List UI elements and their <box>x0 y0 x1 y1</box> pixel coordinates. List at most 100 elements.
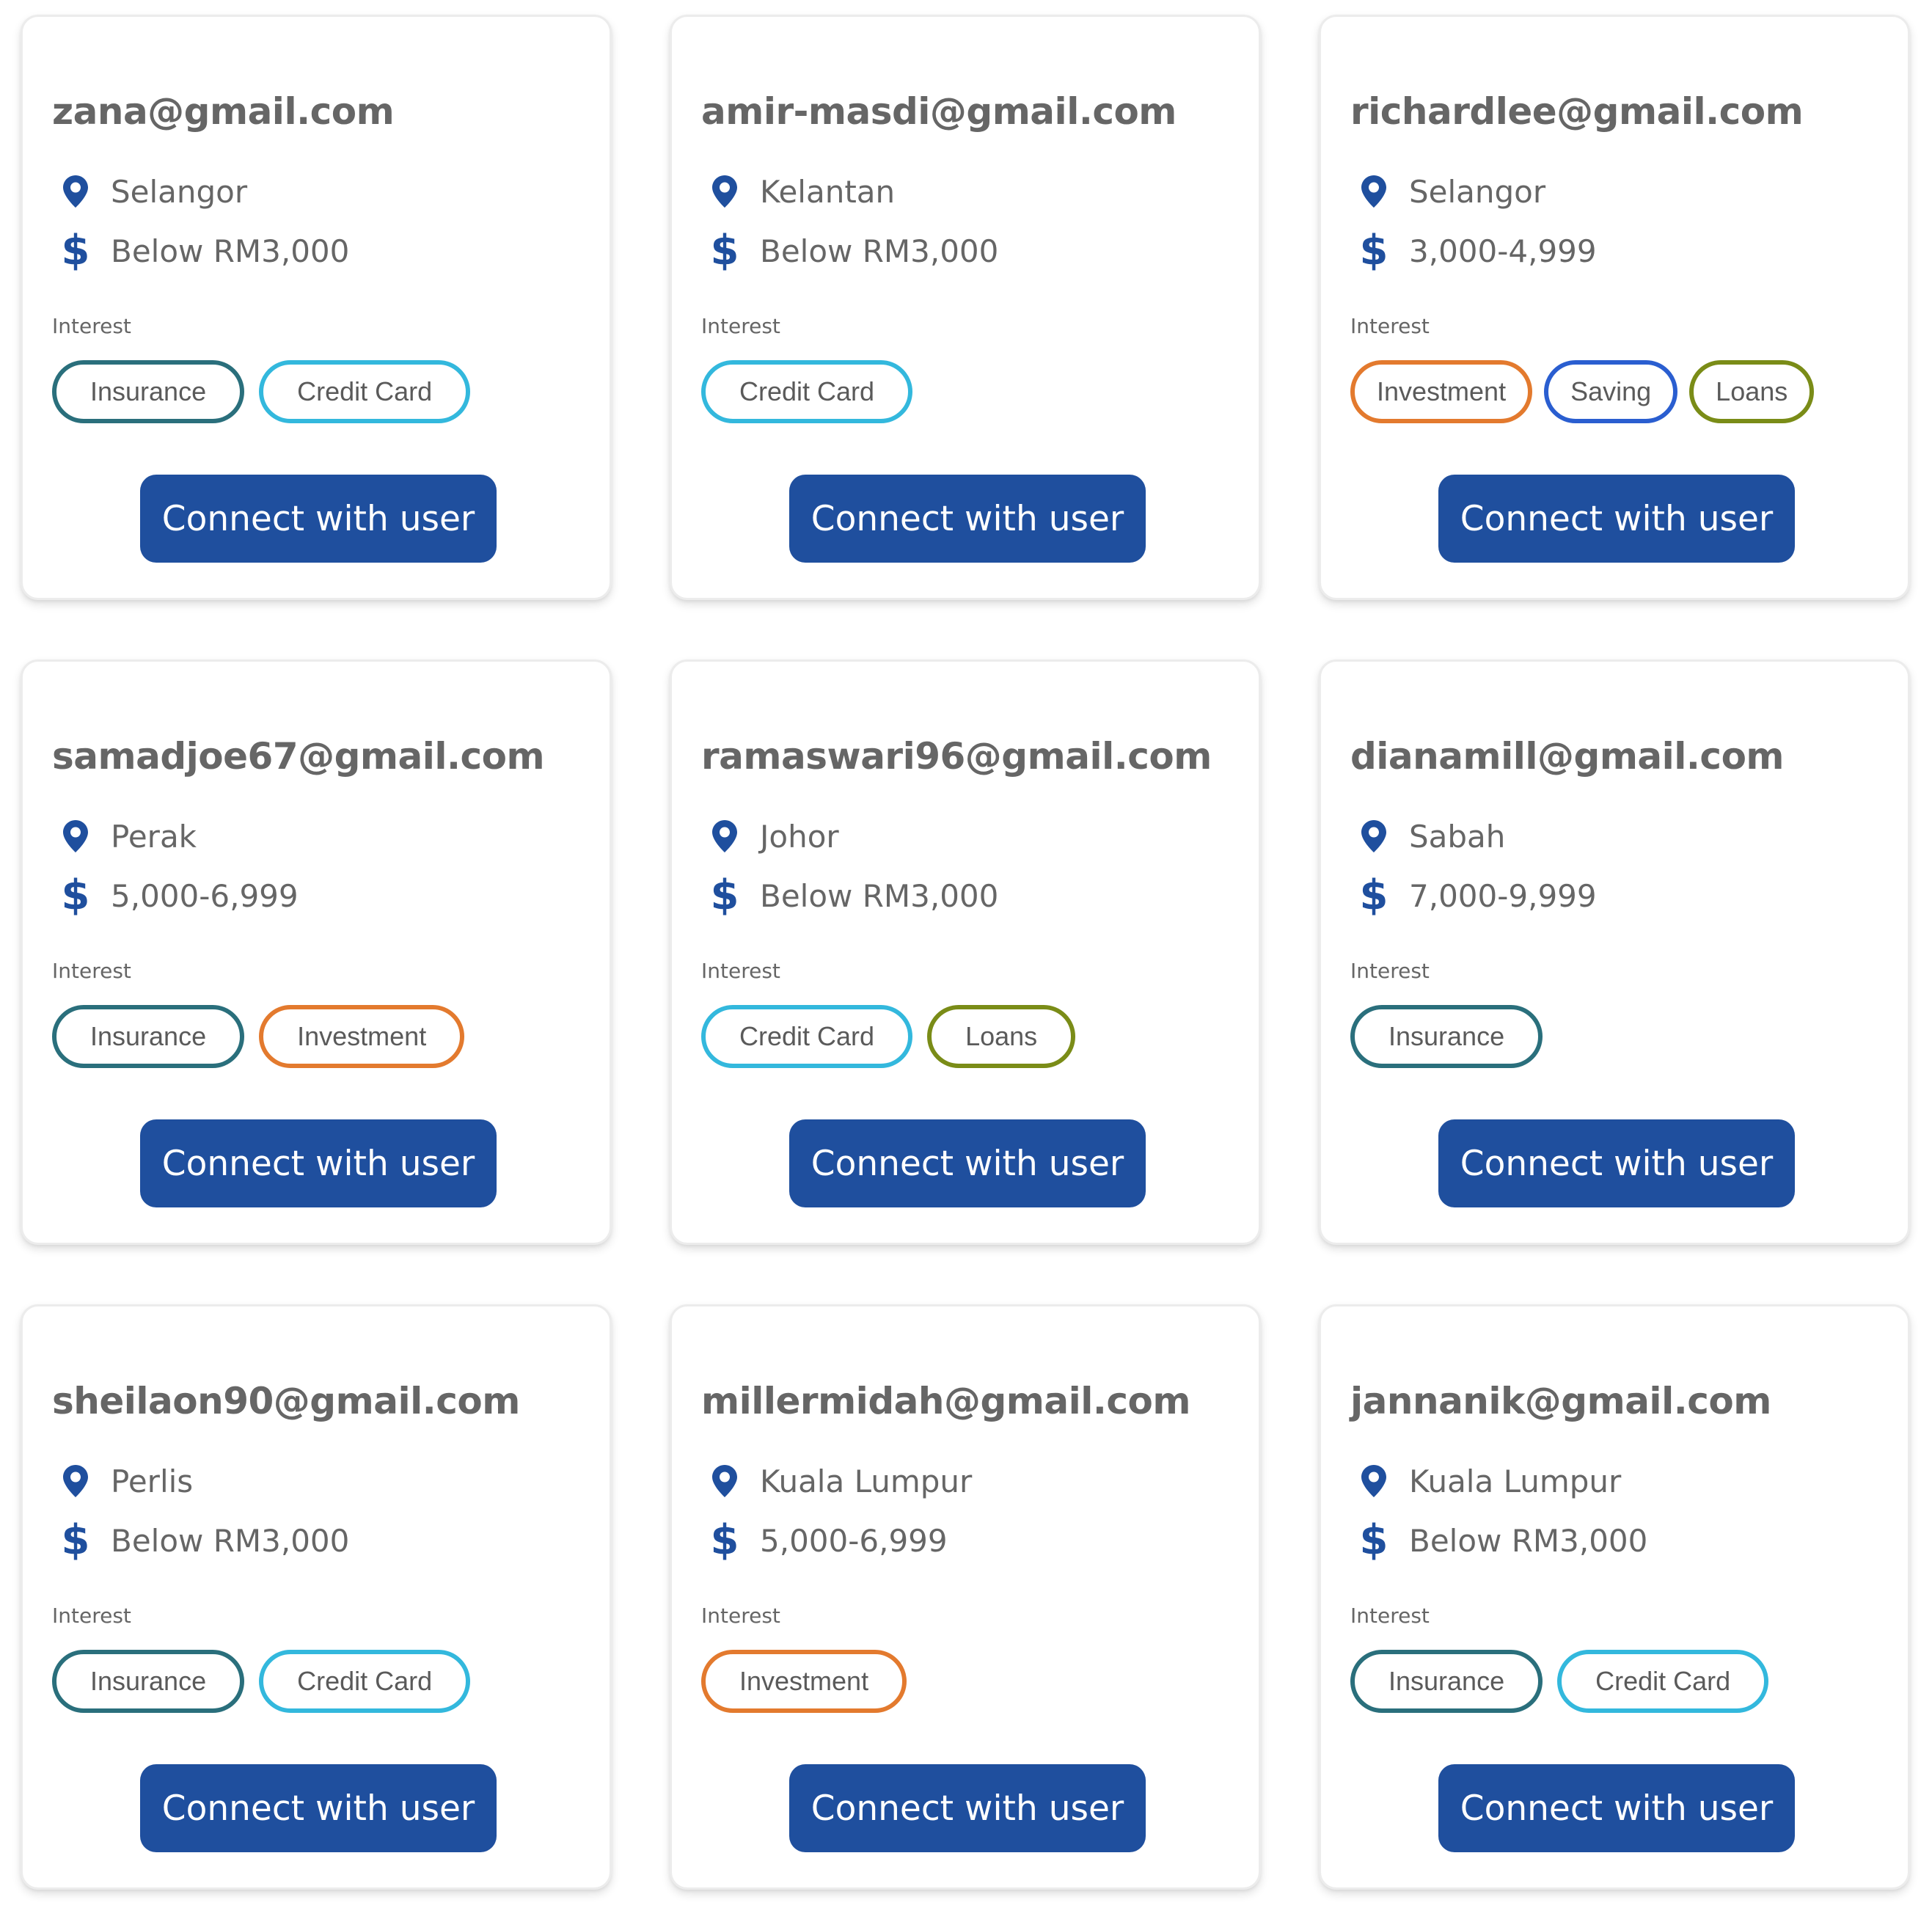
interest-chips: Insurance Credit Card <box>52 1650 471 1713</box>
location-text: Perak <box>111 818 197 855</box>
user-card: jannanik@gmail.com Kuala Lumpur $ Below … <box>1319 1304 1910 1890</box>
dollar-icon: $ <box>1359 871 1388 919</box>
user-email: jannanik@gmail.com <box>1350 1380 1771 1422</box>
user-card: zana@gmail.com Selangor $ Below RM3,000 … <box>21 15 612 600</box>
interest-chip[interactable]: Insurance <box>1350 1005 1543 1068</box>
user-card: sheilaon90@gmail.com Perlis $ Below RM3,… <box>21 1304 612 1890</box>
income-text: 7,000-9,999 <box>1409 877 1597 914</box>
income-text: 5,000-6,999 <box>760 1522 948 1559</box>
interest-chips: Insurance Credit Card <box>1350 1650 1769 1713</box>
connect-with-user-button[interactable]: Connect with user <box>1438 475 1795 563</box>
location-row: Kelantan <box>710 166 895 217</box>
interest-chip[interactable]: Credit Card <box>1557 1650 1769 1713</box>
user-card: dianamill@gmail.com Sabah $ 7,000-9,999 … <box>1319 659 1910 1245</box>
connect-with-user-button[interactable]: Connect with user <box>1438 1764 1795 1852</box>
user-email: amir-masdi@gmail.com <box>701 90 1177 133</box>
interest-chip[interactable]: Insurance <box>1350 1650 1543 1713</box>
location-row: Sabah <box>1359 811 1505 862</box>
user-card: ramaswari96@gmail.com Johor $ Below RM3,… <box>670 659 1261 1245</box>
interest-chips: Credit Card Loans <box>701 1005 1076 1068</box>
dollar-icon: $ <box>710 871 739 919</box>
connect-with-user-button[interactable]: Connect with user <box>1438 1119 1795 1207</box>
income-row: $ 5,000-6,999 <box>710 1515 948 1566</box>
location-pin-icon <box>710 171 739 212</box>
interest-chips: Insurance Investment <box>52 1005 465 1068</box>
connect-with-user-button[interactable]: Connect with user <box>789 1119 1146 1207</box>
location-row: Johor <box>710 811 839 862</box>
interest-label: Interest <box>1350 959 1430 983</box>
location-pin-icon <box>61 1461 90 1502</box>
interest-chips: Credit Card <box>701 360 913 423</box>
location-text: Selangor <box>111 173 248 210</box>
interest-chip[interactable]: Insurance <box>52 1650 245 1713</box>
dollar-icon: $ <box>61 227 90 274</box>
connect-with-user-button[interactable]: Connect with user <box>140 1764 497 1852</box>
location-text: Selangor <box>1409 173 1546 210</box>
income-text: 3,000-4,999 <box>1409 233 1597 269</box>
interest-chips: Insurance Credit Card <box>52 360 471 423</box>
dollar-icon: $ <box>1359 227 1388 274</box>
interest-chip[interactable]: Credit Card <box>701 1005 913 1068</box>
location-row: Selangor <box>1359 166 1545 217</box>
interest-label: Interest <box>52 314 131 338</box>
interest-chip[interactable]: Saving <box>1544 360 1678 423</box>
user-card: amir-masdi@gmail.com Kelantan $ Below RM… <box>670 15 1261 600</box>
connect-with-user-button[interactable]: Connect with user <box>140 1119 497 1207</box>
interest-chip[interactable]: Investment <box>701 1650 907 1713</box>
location-pin-icon <box>710 1461 739 1502</box>
interest-chip[interactable]: Loans <box>927 1005 1076 1068</box>
interest-chip[interactable]: Insurance <box>52 360 245 423</box>
user-email: sheilaon90@gmail.com <box>52 1380 520 1422</box>
location-pin-icon <box>1359 816 1388 857</box>
income-row: $ Below RM3,000 <box>61 225 350 277</box>
location-text: Kelantan <box>760 173 896 210</box>
user-card: richardlee@gmail.com Selangor $ 3,000-4,… <box>1319 15 1910 600</box>
user-card-grid: zana@gmail.com Selangor $ Below RM3,000 … <box>0 0 1932 1919</box>
income-text: Below RM3,000 <box>111 1522 350 1559</box>
location-pin-icon <box>1359 1461 1388 1502</box>
interest-chip[interactable]: Credit Card <box>259 1650 471 1713</box>
user-email: zana@gmail.com <box>52 90 395 133</box>
dollar-icon: $ <box>1359 1516 1388 1564</box>
interest-label: Interest <box>701 959 780 983</box>
connect-with-user-button[interactable]: Connect with user <box>789 1764 1146 1852</box>
income-text: Below RM3,000 <box>760 233 999 269</box>
location-row: Kuala Lumpur <box>1359 1455 1621 1507</box>
interest-label: Interest <box>52 1604 131 1628</box>
connect-with-user-button[interactable]: Connect with user <box>140 475 497 563</box>
income-row: $ Below RM3,000 <box>710 870 999 921</box>
location-row: Selangor <box>61 166 247 217</box>
location-pin-icon <box>710 816 739 857</box>
user-email: richardlee@gmail.com <box>1350 90 1804 133</box>
location-pin-icon <box>1359 171 1388 212</box>
user-email: dianamill@gmail.com <box>1350 735 1785 778</box>
interest-chip[interactable]: Credit Card <box>259 360 471 423</box>
user-email: ramaswari96@gmail.com <box>701 735 1212 778</box>
income-row: $ 7,000-9,999 <box>1359 870 1597 921</box>
interest-chip[interactable]: Investment <box>1350 360 1533 423</box>
location-pin-icon <box>61 816 90 857</box>
dollar-icon: $ <box>61 871 90 919</box>
user-email: samadjoe67@gmail.com <box>52 735 545 778</box>
user-card: millermidah@gmail.com Kuala Lumpur $ 5,0… <box>670 1304 1261 1890</box>
income-row: $ Below RM3,000 <box>1359 1515 1648 1566</box>
income-row: $ 3,000-4,999 <box>1359 225 1597 277</box>
interest-chip[interactable]: Insurance <box>52 1005 245 1068</box>
interest-label: Interest <box>52 959 131 983</box>
interest-label: Interest <box>1350 1604 1430 1628</box>
interest-label: Interest <box>701 1604 780 1628</box>
location-row: Perlis <box>61 1455 193 1507</box>
connect-with-user-button[interactable]: Connect with user <box>789 475 1146 563</box>
interest-chip[interactable]: Credit Card <box>701 360 913 423</box>
income-row: $ 5,000-6,999 <box>61 870 299 921</box>
dollar-icon: $ <box>61 1516 90 1564</box>
dollar-icon: $ <box>710 227 739 274</box>
location-pin-icon <box>61 171 90 212</box>
location-row: Perak <box>61 811 197 862</box>
dollar-icon: $ <box>710 1516 739 1564</box>
interest-chip[interactable]: Investment <box>259 1005 465 1068</box>
location-text: Perlis <box>111 1463 194 1499</box>
income-row: $ Below RM3,000 <box>710 225 999 277</box>
interest-chips: Investment Saving Loans <box>1350 360 1815 423</box>
interest-chip[interactable]: Loans <box>1689 360 1815 423</box>
